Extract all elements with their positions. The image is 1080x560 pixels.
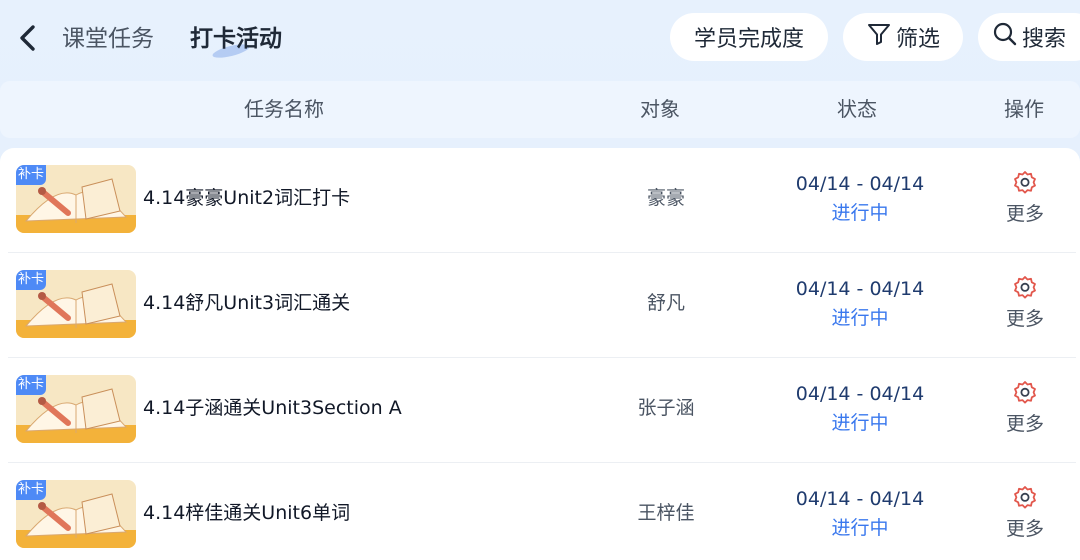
gear-icon xyxy=(1014,381,1036,404)
task-name: 4.14舒凡Unit3词汇通关 xyxy=(143,292,351,314)
more-label: 更多 xyxy=(1005,413,1044,435)
task-name: 4.14梓佳通关Unit6单词 xyxy=(143,502,351,524)
column-header-target: 对象 xyxy=(640,97,680,121)
search-icon xyxy=(992,21,1018,53)
more-button[interactable]: 更多 xyxy=(994,275,1056,337)
task-target: 豪豪 xyxy=(646,187,685,209)
table-row[interactable]: 补卡 4.14舒凡Unit3词汇通关 舒凡 04/14 - 04/14 进行中 … xyxy=(0,253,1080,358)
table-row[interactable]: 补卡 4.14豪豪Unit2词汇打卡 豪豪 04/14 - 04/14 进行中 … xyxy=(0,148,1080,253)
makeup-tag: 补卡 xyxy=(16,165,46,185)
task-date-range: 04/14 - 04/14 xyxy=(795,383,925,405)
more-button[interactable]: 更多 xyxy=(994,380,1056,442)
more-label: 更多 xyxy=(1005,518,1044,540)
table-header: 任务名称 对象 状态 操作 xyxy=(0,81,1080,138)
filter-label: 筛选 xyxy=(895,27,940,52)
task-name: 4.14子涵通关Unit3Section A xyxy=(143,397,402,419)
more-label: 更多 xyxy=(1005,308,1044,330)
task-status: 进行中 xyxy=(831,517,889,539)
tab-course-tasks[interactable]: 课堂任务 xyxy=(62,23,154,55)
makeup-tag: 补卡 xyxy=(16,270,46,290)
task-list: 补卡 4.14豪豪Unit2词汇打卡 豪豪 04/14 - 04/14 进行中 … xyxy=(0,148,1080,560)
task-date-range: 04/14 - 04/14 xyxy=(795,278,925,300)
task-name: 4.14豪豪Unit2词汇打卡 xyxy=(143,187,351,209)
student-progress-button[interactable]: 学员完成度 xyxy=(670,13,828,61)
more-label: 更多 xyxy=(1005,203,1044,225)
column-header-action: 操作 xyxy=(1004,97,1044,121)
task-thumbnail: 补卡 xyxy=(16,375,136,443)
task-date-range: 04/14 - 04/14 xyxy=(795,488,925,510)
more-button[interactable]: 更多 xyxy=(994,170,1056,232)
search-label: 搜索 xyxy=(1022,27,1067,52)
filter-button[interactable]: 筛选 xyxy=(843,13,963,61)
gear-icon xyxy=(1014,276,1036,299)
task-thumbnail: 补卡 xyxy=(16,165,136,233)
task-target: 张子涵 xyxy=(637,397,695,419)
task-status: 进行中 xyxy=(831,202,889,224)
task-status: 进行中 xyxy=(831,412,889,434)
task-thumbnail: 补卡 xyxy=(16,480,136,548)
table-row[interactable]: 补卡 4.14子涵通关Unit3Section A 张子涵 04/14 - 04… xyxy=(0,358,1080,463)
gear-icon xyxy=(1014,486,1036,509)
student-progress-label: 学员完成度 xyxy=(693,27,804,52)
tab-checkin-activities[interactable]: 打卡活动 xyxy=(190,23,282,55)
task-date-range: 04/14 - 04/14 xyxy=(795,173,925,195)
task-status: 进行中 xyxy=(831,307,889,329)
task-thumbnail: 补卡 xyxy=(16,270,136,338)
task-target: 王梓佳 xyxy=(637,502,695,524)
top-bar: 课堂任务 打卡活动 学员完成度 筛选 搜索 xyxy=(0,0,1080,78)
column-header-task-name: 任务名称 xyxy=(244,97,324,121)
gear-icon xyxy=(1014,171,1036,194)
table-row[interactable]: 补卡 4.14梓佳通关Unit6单词 王梓佳 04/14 - 04/14 进行中… xyxy=(0,463,1080,560)
chevron-left-icon[interactable] xyxy=(14,22,42,54)
column-header-status: 状态 xyxy=(837,97,877,121)
filter-icon xyxy=(866,21,892,53)
task-target: 舒凡 xyxy=(646,292,685,314)
search-button[interactable]: 搜索 xyxy=(978,13,1080,61)
more-button[interactable]: 更多 xyxy=(994,485,1056,547)
makeup-tag: 补卡 xyxy=(16,480,46,500)
makeup-tag: 补卡 xyxy=(16,375,46,395)
